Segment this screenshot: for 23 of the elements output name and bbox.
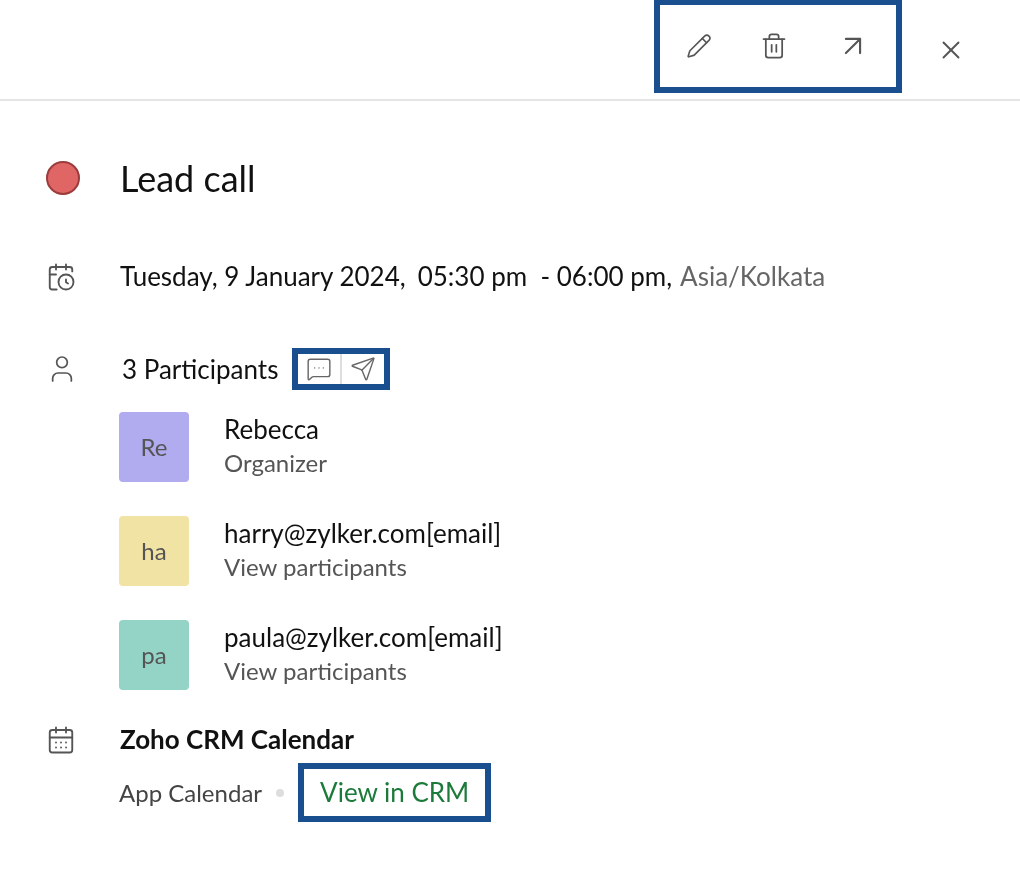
trash-icon [760,31,788,60]
timezone: Asia/Kolkata [680,259,826,294]
participants-count: 3 Participants [122,351,279,387]
chat-bubble-icon [306,356,333,382]
participant-name: Rebecca [224,412,320,446]
participant-avatar: Re [119,412,189,482]
participant-role: View participants [224,655,408,687]
participant-avatar: ha [119,516,189,586]
view-in-crm-link[interactable]: View in CRM [320,776,470,808]
calendar-clock-icon [46,261,76,292]
pencil-icon [686,32,712,59]
participant-role: View participants [224,551,408,583]
event-title: Lead call [120,155,256,202]
paper-plane-icon [350,356,377,382]
event-time: 05:30 pm - 06:00 pm, [417,259,673,294]
participant-avatar: pa [119,620,189,690]
participant-role: Organizer [224,447,328,479]
event-date: Tuesday, 9 January 2024, [120,259,406,294]
calendar-type: App Calendar [119,776,263,809]
calendar-name: Zoho CRM Calendar [120,722,354,757]
calendar-icon [46,724,76,755]
participant-name: harry@zylker.com[email] [224,516,502,550]
participant-name: paula@zylker.com[email] [224,620,503,654]
